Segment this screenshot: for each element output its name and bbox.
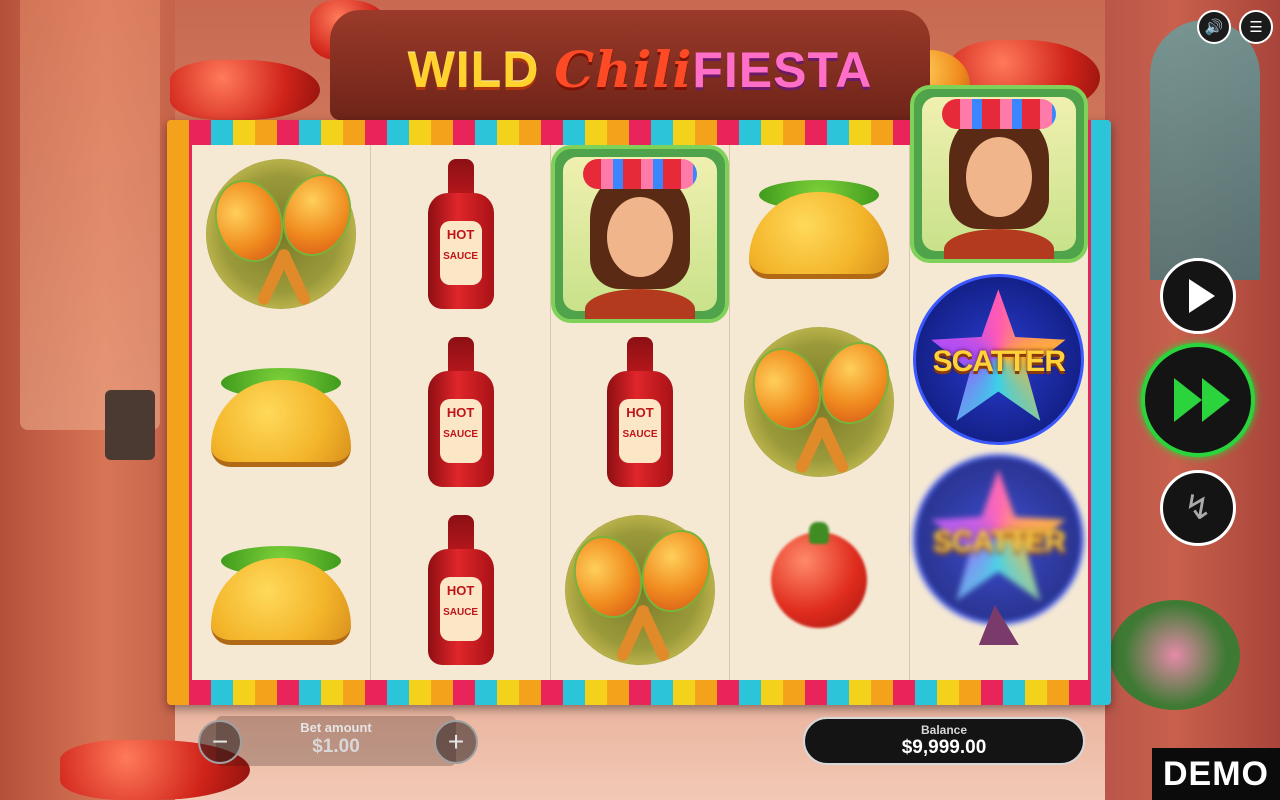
balance-label: Balance <box>920 723 968 737</box>
fast-forward-icon <box>1174 378 1230 422</box>
rose-bush-decoration <box>1110 600 1240 710</box>
maracas-symbol <box>742 327 901 477</box>
senorita-symbol <box>551 145 730 323</box>
hot-sauce-label-hot: HOT <box>446 583 475 598</box>
scatter-symbol: SCATTER <box>913 273 1085 445</box>
senorita-symbol <box>909 85 1088 263</box>
reel-cell: HOT SAUCE <box>371 501 549 679</box>
lamp-decoration <box>105 390 155 460</box>
hamburger-menu-icon: ☰ <box>1249 19 1263 36</box>
reel-grid: HOT SAUCE HOT SAUCE HOT SAUCE HOT SAUCE <box>192 85 1088 680</box>
background-door <box>1150 20 1260 280</box>
reel-cell <box>730 313 908 491</box>
reel-cell <box>551 501 729 679</box>
bet-amount-value: $1.00 <box>312 736 360 757</box>
hot-sauce-label-sauce: SAUCE <box>443 429 479 440</box>
reel-2: HOT SAUCE HOT SAUCE HOT SAUCE <box>371 145 551 680</box>
bet-control: − Bet amount $1.00 + <box>196 716 480 766</box>
scatter-text: SCATTER <box>932 524 1066 558</box>
turbo-button[interactable]: ↯ <box>1160 470 1236 546</box>
reel-cell: HOT SAUCE <box>371 323 549 501</box>
balance-display: Balance $9,999.00 <box>803 717 1085 765</box>
title-word-fiesta: FIESTA <box>692 42 873 98</box>
reel-cell <box>910 605 1088 680</box>
reel-cell: SCATTER <box>910 270 1088 448</box>
title-word-chili: Chili <box>554 40 693 99</box>
reel-cell <box>730 491 908 669</box>
lightning-icon: ↯ <box>1183 489 1213 527</box>
reel-3: HOT SAUCE <box>551 145 731 680</box>
demo-badge: DEMO <box>1152 748 1280 800</box>
reel-cell <box>551 145 730 323</box>
hot-sauce-label-hot: HOT <box>446 405 475 420</box>
hot-sauce-label-sauce: SAUCE <box>622 429 658 440</box>
autoplay-button[interactable] <box>1160 258 1236 334</box>
reel-cell <box>909 85 1088 263</box>
game-title: WILD ChiliFIESTA <box>330 40 950 100</box>
reel-cell <box>192 145 370 323</box>
scatter-text: SCATTER <box>932 344 1066 378</box>
hot-sauce-label-hot: HOT <box>626 405 654 420</box>
maracas-symbol <box>562 515 722 665</box>
bet-decrease-button[interactable]: − <box>198 720 242 764</box>
scatter-symbol-blurred: SCATTER <box>913 453 1085 625</box>
balance-value: $9,999.00 <box>901 737 987 758</box>
taco-symbol <box>211 362 352 467</box>
hot-sauce-symbol: HOT SAUCE <box>426 159 496 309</box>
pepper-decoration <box>170 60 320 120</box>
taco-symbol <box>211 540 352 645</box>
tomato-symbol <box>771 522 868 628</box>
maracas-symbol <box>203 159 363 309</box>
speaker-icon: 🔊 <box>1204 19 1224 36</box>
hot-sauce-symbol: HOT SAUCE <box>426 337 496 487</box>
reel-5: SCATTER SCATTER <box>909 85 1088 680</box>
reel-4 <box>730 145 910 680</box>
reel-cell: HOT SAUCE <box>371 145 549 323</box>
minus-icon: − <box>211 726 229 757</box>
play-icon <box>1189 279 1215 313</box>
reel-cell <box>192 501 370 679</box>
spin-button[interactable] <box>1141 343 1255 457</box>
reel-cell: SCATTER <box>910 450 1088 628</box>
menu-button[interactable]: ☰ <box>1239 10 1273 44</box>
reel-cell <box>730 135 908 313</box>
partial-symbol <box>978 605 1019 645</box>
sound-toggle-button[interactable]: 🔊 <box>1197 10 1231 44</box>
reel-1 <box>192 145 372 680</box>
hot-sauce-label-sauce: SAUCE <box>443 607 479 618</box>
plus-icon: + <box>447 726 465 757</box>
bet-increase-button[interactable]: + <box>434 720 478 764</box>
background-arch <box>20 0 160 430</box>
bet-amount-label: Bet amount <box>300 720 372 735</box>
hot-sauce-label-hot: HOT <box>446 227 475 242</box>
reel-cell: HOT SAUCE <box>551 323 729 501</box>
hot-sauce-symbol: HOT SAUCE <box>426 515 496 665</box>
hot-sauce-label-sauce: SAUCE <box>443 251 479 262</box>
hot-sauce-symbol: HOT SAUCE <box>605 337 675 487</box>
taco-symbol <box>749 174 890 279</box>
title-word-wild: WILD <box>407 42 540 98</box>
reel-cell <box>192 323 370 501</box>
